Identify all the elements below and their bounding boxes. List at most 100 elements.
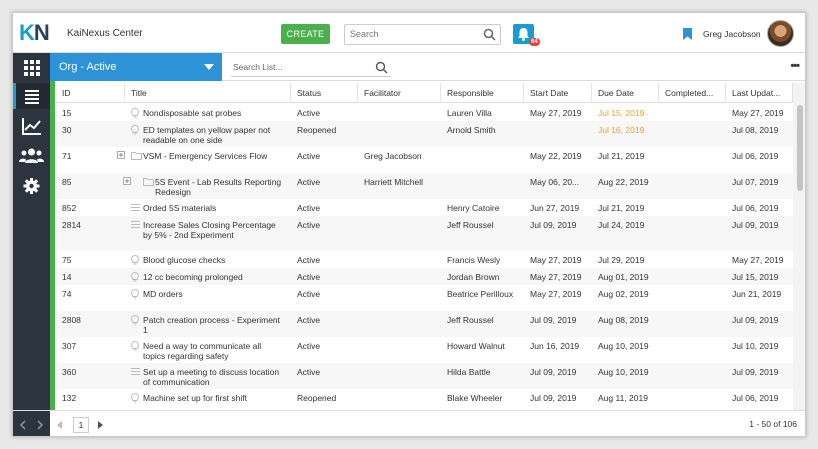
- list-search-input[interactable]: Search List...: [231, 58, 391, 77]
- cell-status: Active: [297, 289, 321, 299]
- cell-id: 30: [62, 125, 72, 135]
- app-window: KN KaiNexus Center CREATE Search 64 Greg…: [12, 12, 806, 437]
- item-title[interactable]: Patch creation process - Experiment 1: [143, 315, 280, 335]
- bookmark-icon[interactable]: [683, 28, 692, 40]
- cell-title[interactable]: VSM - Emergency Services Flow: [117, 151, 285, 161]
- cell-title[interactable]: Orded 5S materials: [125, 203, 285, 213]
- cell-responsible: Jeff Roussel: [447, 315, 494, 325]
- cell-id: 75: [62, 255, 72, 265]
- table-row[interactable]: 132 Machine set up for first shift Reopene…: [56, 389, 793, 406]
- item-title[interactable]: 12 cc becoming prolonged: [143, 272, 243, 282]
- sidebar-item-people[interactable]: [13, 143, 50, 169]
- list-color-stripe: [50, 81, 55, 411]
- items-table: ID Title Status Facilitator Responsible …: [56, 83, 793, 410]
- cell-title[interactable]: Machine set up for first shift: [125, 392, 285, 403]
- sidebar-item-list[interactable]: [13, 83, 50, 109]
- table-row[interactable]: 15 Nondisposable sat probes Active Lauren V…: [56, 104, 793, 121]
- cell-title[interactable]: Blood glucose checks: [125, 254, 285, 265]
- column-header-responsible[interactable]: Responsible: [441, 83, 524, 103]
- cell-due: Aug 10, 2019: [598, 341, 649, 351]
- sidebar-item-settings[interactable]: [13, 173, 50, 199]
- item-title[interactable]: MD orders: [143, 289, 183, 299]
- table-scrollbar[interactable]: [793, 83, 805, 410]
- item-title[interactable]: Orded 5S materials: [143, 203, 216, 213]
- item-title[interactable]: Need a way to communicate all topics reg…: [143, 341, 261, 361]
- table-row[interactable]: 2808 Patch creation process - Experiment …: [56, 311, 793, 337]
- cell-title[interactable]: Increase Sales Closing Percentage by 5% …: [125, 220, 285, 240]
- cell-title[interactable]: Patch creation process - Experiment 1: [125, 314, 285, 335]
- table-row[interactable]: 75 Blood glucose checks Active Francis Wesl…: [56, 251, 793, 268]
- scrollbar-thumb[interactable]: [797, 105, 803, 191]
- table-row[interactable]: 360 Set up a meeting to discuss location …: [56, 363, 793, 389]
- gear-icon: [23, 178, 40, 194]
- expand-icon[interactable]: [123, 177, 131, 187]
- cell-due: Aug 11, 2019: [598, 393, 648, 403]
- sidebar-nav-arrows-icon[interactable]: [13, 411, 50, 437]
- cell-title[interactable]: Set up a meeting to discuss location of …: [125, 367, 285, 387]
- list-filter-dropdown[interactable]: Org - Active: [50, 53, 222, 81]
- task-list-icon: [131, 203, 140, 214]
- item-title[interactable]: ED templates on yellow paper not readabl…: [143, 125, 270, 145]
- column-header-last-updated[interactable]: Last Updat...: [726, 83, 793, 103]
- cell-updated: Jul 09, 2019: [732, 220, 779, 230]
- item-title[interactable]: Blood glucose checks: [143, 255, 225, 265]
- cell-title[interactable]: 12 cc becoming prolonged: [125, 271, 285, 282]
- column-header-id[interactable]: ID: [56, 83, 125, 103]
- sidebar-item-apps[interactable]: [13, 54, 50, 80]
- sidebar-item-reports[interactable]: [13, 113, 50, 139]
- item-title[interactable]: Machine set up for first shift: [143, 393, 247, 403]
- list-icon: [25, 90, 39, 104]
- item-title[interactable]: Set up a meeting to discuss location of …: [143, 367, 279, 387]
- prev-page-icon[interactable]: [55, 420, 65, 430]
- expand-icon[interactable]: [117, 151, 125, 161]
- cell-id: 14: [62, 272, 72, 282]
- cell-title[interactable]: 5S Event - Lab Results Reporting Redesig…: [123, 177, 285, 197]
- cell-title[interactable]: Need a way to communicate all topics reg…: [125, 340, 285, 361]
- cell-start: May 06, 20...: [530, 177, 580, 187]
- page-number-input[interactable]: 1: [73, 417, 89, 433]
- cell-start: May 27, 2019: [530, 255, 582, 265]
- column-header-title[interactable]: Title: [125, 83, 291, 103]
- item-title[interactable]: Increase Sales Closing Percentage by 5% …: [143, 220, 276, 240]
- kainexus-logo[interactable]: KN: [19, 21, 50, 45]
- user-name[interactable]: Greg Jacobson: [703, 29, 761, 39]
- task-list-icon: [131, 367, 140, 378]
- table-row[interactable]: 14 12 cc becoming prolonged Active Jordan B…: [56, 268, 793, 285]
- cell-updated: Jul 07, 2019: [732, 177, 779, 187]
- cell-responsible: Blake Wheeler: [447, 393, 503, 403]
- table-row[interactable]: 30 ED templates on yellow paper not reada…: [56, 121, 793, 147]
- item-title[interactable]: VSM - Emergency Services Flow: [143, 151, 267, 161]
- next-page-icon[interactable]: [95, 420, 105, 430]
- create-button[interactable]: CREATE: [281, 24, 330, 44]
- table-row[interactable]: 71 VSM - Emergency Services Flow Active Gre…: [56, 147, 793, 173]
- table-row[interactable]: 852 Orded 5S materials Active Henry Catoire…: [56, 199, 793, 216]
- more-options-button[interactable]: •••: [790, 60, 800, 72]
- column-header-status[interactable]: Status: [291, 83, 358, 103]
- cell-id: 74: [62, 289, 72, 299]
- column-header-facilitator[interactable]: Facilitator: [358, 83, 441, 103]
- cell-title[interactable]: ED templates on yellow paper not readabl…: [125, 124, 285, 145]
- column-header-completed[interactable]: Completed...: [659, 83, 726, 103]
- cell-responsible: Jordan Brown: [447, 272, 500, 282]
- table-row[interactable]: 2814 Increase Sales Closing Percentage by…: [56, 216, 793, 251]
- cell-status: Active: [297, 255, 321, 265]
- table-row[interactable]: 74 MD orders Active Beatrice Perilloux May 2…: [56, 285, 793, 311]
- column-header-start-date[interactable]: Start Date: [524, 83, 592, 103]
- sidebar: [13, 53, 50, 436]
- table-row[interactable]: 307 Need a way to communicate all topics …: [56, 337, 793, 363]
- user-avatar[interactable]: [767, 20, 794, 47]
- global-search-input[interactable]: Search: [344, 24, 501, 45]
- item-title[interactable]: 5S Event - Lab Results Reporting Redesig…: [155, 177, 281, 197]
- cell-due: Aug 01, 2019: [598, 272, 649, 282]
- cell-due: Jul 21, 2019: [598, 151, 645, 161]
- table-row[interactable]: 85 5S Event - Lab Results Reporting Redes…: [56, 173, 793, 199]
- column-header-due-date[interactable]: Due Date: [592, 83, 659, 103]
- cell-start: Jun 27, 2019: [530, 203, 580, 213]
- cell-title[interactable]: MD orders: [125, 288, 285, 299]
- apps-grid-icon: [24, 60, 40, 76]
- search-placeholder: Search: [350, 29, 379, 39]
- item-title[interactable]: Nondisposable sat probes: [143, 108, 241, 118]
- cell-start: Jul 09, 2019: [530, 393, 577, 403]
- cell-title[interactable]: Nondisposable sat probes: [125, 107, 285, 118]
- search-icon: [375, 61, 388, 74]
